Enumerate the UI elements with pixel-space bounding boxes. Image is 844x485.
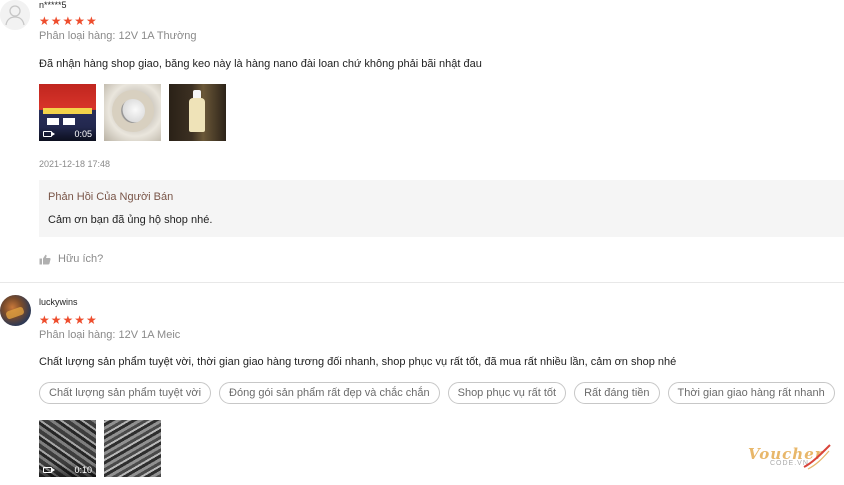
username[interactable]: n*****5 (39, 0, 67, 10)
seller-reply-text: Cảm ơn bạn đã ủng hộ shop nhé. (48, 214, 213, 226)
seller-reply-title: Phản Hồi Của Người Bán (48, 191, 174, 203)
swoosh-icon (803, 444, 831, 470)
review-comment: Chất lượng sản phẩm tuyệt vời, thời gian… (39, 356, 677, 368)
star-rating: ★★★★★ (39, 313, 98, 327)
video-duration: 0:05 (74, 129, 92, 139)
seller-reply: Phản Hồi Của Người Bán Cảm ơn bạn đã ủng… (39, 180, 844, 237)
helpful-button[interactable]: Hữu ích? (39, 253, 103, 265)
review-video-thumbnail[interactable]: 0:10 (39, 420, 96, 477)
review-item: n*****5 ★★★★★ Phân loại hàng: 12V 1A Thư… (0, 0, 844, 283)
video-camera-icon (43, 131, 55, 137)
review-media: 0:10 (39, 420, 161, 477)
review-tag[interactable]: Thời gian giao hàng rất nhanh (667, 382, 835, 404)
review-comment: Đã nhận hàng shop giao, băng keo này là … (39, 58, 482, 70)
user-avatar[interactable] (0, 0, 30, 30)
username[interactable]: luckywins (39, 297, 78, 307)
review-tag[interactable]: Shop phục vụ rất tốt (447, 382, 567, 404)
review-tag[interactable]: Chất lượng sản phẩm tuyệt vời (39, 382, 212, 404)
review-tags: Chất lượng sản phẩm tuyệt vời Đóng gói s… (39, 382, 835, 404)
product-variant: Phân loại hàng: 12V 1A Meic (39, 329, 181, 341)
review-image-thumbnail[interactable] (169, 84, 226, 141)
video-camera-icon (43, 467, 55, 473)
video-badge: 0:10 (39, 463, 96, 477)
review-image-thumbnail[interactable] (104, 84, 161, 141)
user-avatar[interactable] (0, 295, 31, 326)
default-user-icon (0, 0, 30, 30)
star-rating: ★★★★★ (39, 14, 98, 28)
review-media: 0:05 (39, 84, 226, 141)
review-tag[interactable]: Rất đáng tiền (574, 382, 660, 404)
review-item: luckywins ★★★★★ Phân loại hàng: 12V 1A M… (0, 283, 844, 485)
helpful-label: Hữu ích? (58, 253, 104, 265)
review-tag[interactable]: Đóng gói sản phẩm rất đẹp và chắc chắn (219, 382, 440, 404)
video-badge: 0:05 (39, 127, 96, 141)
review-video-thumbnail[interactable]: 0:05 (39, 84, 96, 141)
video-duration: 0:10 (74, 465, 92, 475)
review-image-thumbnail[interactable] (104, 420, 161, 477)
voucher-watermark-logo: Voucher CODE.VN (748, 443, 832, 473)
thumbs-up-icon (39, 254, 51, 264)
product-variant: Phân loại hàng: 12V 1A Thường (39, 30, 197, 42)
review-timestamp: 2021-12-18 17:48 (39, 159, 111, 169)
